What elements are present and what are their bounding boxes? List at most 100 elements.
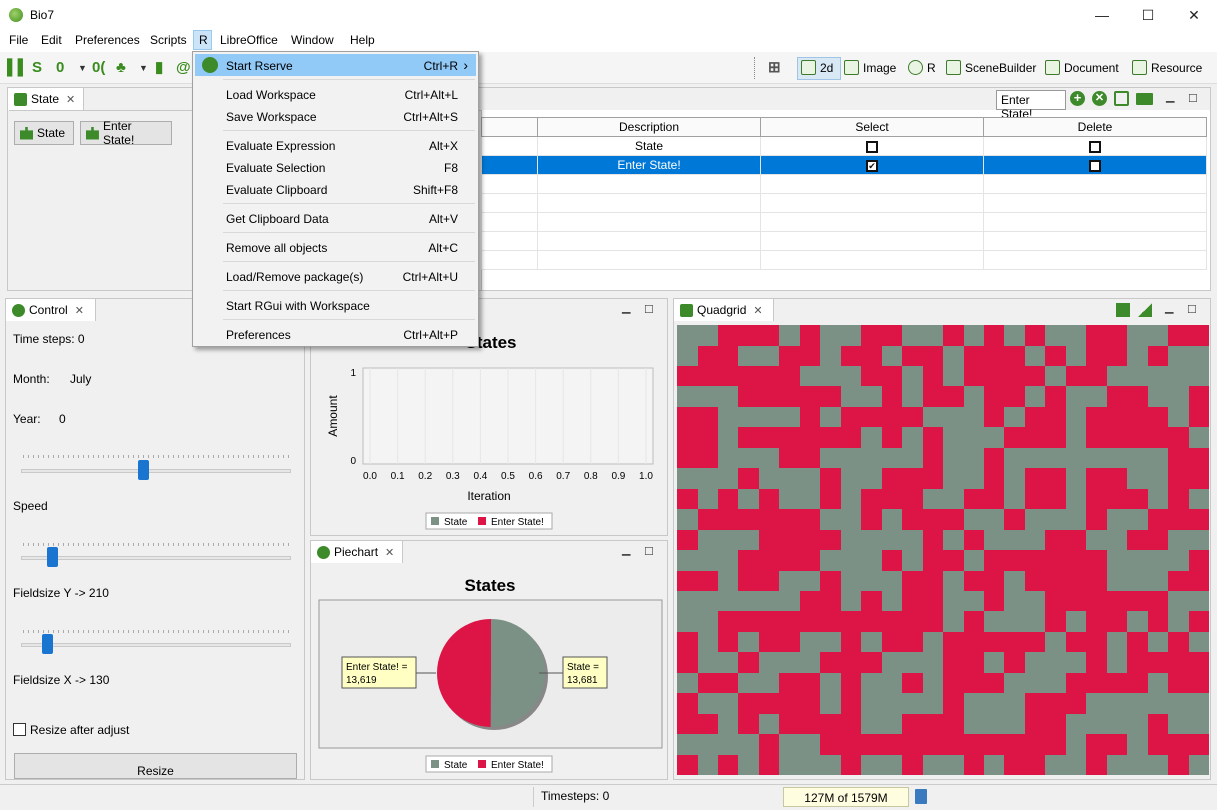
- r-menu-item[interactable]: Preferences Ctrl+Alt+P: [195, 323, 476, 345]
- menu-file[interactable]: File: [8, 33, 29, 47]
- open-folder-icon[interactable]: [1136, 93, 1153, 105]
- menu-libreoffice[interactable]: LibreOffice: [219, 33, 279, 47]
- r-menu-item[interactable]: Load/Remove package(s) Ctrl+Alt+U: [195, 265, 476, 287]
- close-button[interactable]: ✕: [1171, 0, 1217, 30]
- select-checkbox[interactable]: [866, 140, 878, 153]
- reset-icon[interactable]: 0(: [92, 60, 105, 76]
- fieldsize-y-slider-thumb[interactable]: [41, 634, 53, 654]
- table-cell-select[interactable]: [760, 136, 984, 156]
- minimize-view-icon[interactable]: ▁: [622, 543, 630, 556]
- table-header-description[interactable]: Description: [537, 117, 761, 137]
- r-menu-item[interactable]: Get Clipboard Data Alt+V: [195, 207, 476, 229]
- close-tab-icon[interactable]: ✕: [66, 93, 75, 106]
- remove-icon[interactable]: ✕: [1092, 91, 1107, 106]
- grid-cell: [1045, 406, 1066, 428]
- area-chart-icon[interactable]: [1138, 303, 1152, 317]
- perspective-scenebuilder[interactable]: SceneBuilder: [946, 60, 1036, 75]
- r-menu-item-highlighted[interactable]: Start Rserve Ctrl+R ›: [195, 54, 476, 76]
- maximize-button[interactable]: ☐: [1125, 0, 1171, 30]
- tab-control[interactable]: Control ✕: [6, 299, 96, 321]
- enter-state-button[interactable]: Enter State!: [80, 119, 172, 147]
- grid-cell: [840, 631, 862, 653]
- memory-indicator[interactable]: 127M of 1579M: [783, 787, 909, 807]
- table-header-select[interactable]: Select: [760, 117, 984, 137]
- grid-cell: [881, 325, 903, 346]
- r-menu-item[interactable]: Evaluate Clipboard Shift+F8: [195, 178, 476, 200]
- r-menu-item[interactable]: Evaluate Expression Alt+X: [195, 134, 476, 156]
- tab-quadgrid[interactable]: Quadgrid ✕: [674, 299, 774, 321]
- grid-cell: [963, 652, 984, 673]
- menu-help[interactable]: Help: [349, 33, 376, 47]
- clover-icon[interactable]: ♣: [116, 60, 126, 76]
- delete-checkbox[interactable]: [1089, 159, 1101, 172]
- save-icon[interactable]: [1114, 91, 1129, 106]
- dropdown-arrow-icon-2[interactable]: ▼: [139, 60, 148, 76]
- table-cell-delete[interactable]: [983, 155, 1207, 175]
- menu-preferences[interactable]: Preferences: [74, 33, 141, 47]
- r-menu-item[interactable]: Start RGui with Workspace: [195, 294, 476, 316]
- setup-icon[interactable]: 0: [56, 60, 64, 76]
- grid-cell: [1188, 652, 1209, 673]
- r-menu-item[interactable]: Save Workspace Ctrl+Alt+S: [195, 105, 476, 127]
- minimize-view-icon[interactable]: ▁: [1166, 90, 1174, 103]
- step-icon[interactable]: S: [32, 60, 42, 76]
- menu-r-active[interactable]: R: [193, 30, 212, 50]
- speed-slider-thumb[interactable]: [46, 547, 58, 567]
- table-row-selected[interactable]: Enter State! ✔: [481, 155, 1207, 175]
- perspective-resource[interactable]: Resource: [1132, 60, 1202, 75]
- time-slider-thumb[interactable]: [137, 460, 149, 480]
- table-cell-select[interactable]: ✔: [760, 155, 984, 175]
- grid-cell: [983, 488, 1005, 510]
- quadgrid-canvas[interactable]: [677, 325, 1209, 775]
- grid-cell: [1024, 325, 1046, 346]
- grid-cell: [820, 652, 841, 673]
- resize-after-checkbox[interactable]: [13, 723, 26, 736]
- grid-cell: [799, 406, 821, 428]
- table-row[interactable]: State: [481, 136, 1207, 156]
- r-run-icon[interactable]: @: [176, 60, 191, 76]
- table-cell-delete[interactable]: [983, 136, 1207, 156]
- grid-cell: [799, 529, 821, 550]
- maximize-view-icon[interactable]: ☐: [644, 545, 654, 558]
- perspective-image[interactable]: Image: [844, 60, 896, 75]
- open-perspective-icon[interactable]: ⊞: [768, 60, 781, 76]
- r-menu-item[interactable]: Remove all objects Alt+C: [195, 236, 476, 258]
- maximize-view-icon[interactable]: ☐: [644, 303, 654, 316]
- add-icon[interactable]: +: [1070, 91, 1085, 106]
- perspective-document[interactable]: Document: [1045, 60, 1119, 75]
- grid-cell: [922, 345, 943, 366]
- delete-checkbox[interactable]: [1089, 140, 1101, 153]
- menu-scripts[interactable]: Scripts: [149, 33, 188, 47]
- select-checkbox-checked[interactable]: ✔: [866, 159, 878, 172]
- close-tab-icon[interactable]: ✕: [385, 546, 394, 559]
- table-header-delete[interactable]: Delete: [983, 117, 1207, 137]
- maximize-view-icon[interactable]: ☐: [1187, 303, 1197, 316]
- table-cell-description[interactable]: Enter State!: [537, 155, 761, 175]
- minimize-view-icon[interactable]: ▁: [622, 301, 630, 314]
- close-tab-icon[interactable]: ✕: [75, 304, 84, 317]
- state-name-input[interactable]: Enter State!: [996, 90, 1066, 121]
- maximize-view-icon[interactable]: ☐: [1188, 92, 1198, 105]
- add-state-button[interactable]: State: [14, 121, 74, 145]
- perspective-2d[interactable]: 2d: [801, 60, 833, 75]
- grid-view-icon[interactable]: [1116, 303, 1130, 317]
- pause-icon[interactable]: ▌▌: [7, 60, 28, 76]
- minimize-button[interactable]: —: [1079, 0, 1125, 30]
- dropdown-arrow-icon[interactable]: ▼: [78, 60, 87, 76]
- resize-button[interactable]: Resize: [14, 753, 297, 779]
- perspective-r[interactable]: R: [908, 60, 936, 75]
- close-tab-icon[interactable]: ✕: [753, 304, 762, 317]
- tab-state[interactable]: State ✕: [8, 88, 84, 110]
- grid-cell: [983, 468, 1005, 489]
- r-menu-item[interactable]: Evaluate Selection F8: [195, 156, 476, 178]
- garbage-collect-icon[interactable]: [915, 789, 927, 804]
- document-icon[interactable]: ▮: [155, 60, 163, 76]
- r-menu-item[interactable]: Load Workspace Ctrl+Alt+L: [195, 83, 476, 105]
- menu-edit[interactable]: Edit: [40, 33, 63, 47]
- minimize-view-icon[interactable]: ▁: [1165, 301, 1173, 314]
- menu-window[interactable]: Window: [290, 33, 335, 47]
- tab-piechart[interactable]: Piechart ✕: [311, 541, 403, 563]
- grid-cell: [1004, 652, 1025, 673]
- y-tick-label: 0: [350, 456, 356, 467]
- table-cell-description[interactable]: State: [537, 136, 761, 156]
